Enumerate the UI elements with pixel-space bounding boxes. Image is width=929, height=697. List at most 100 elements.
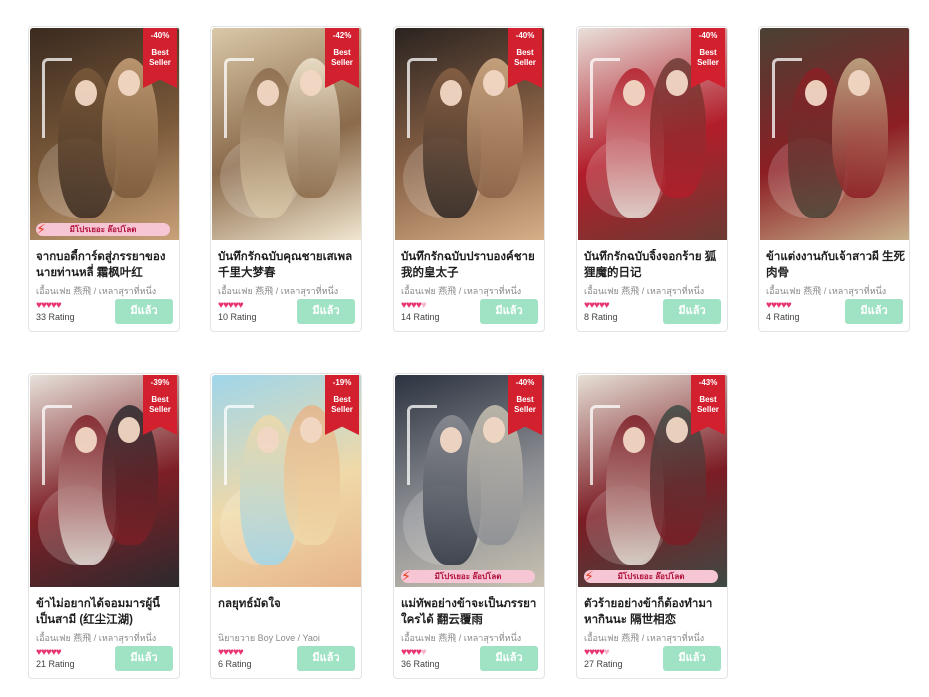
book-title[interactable]: บันทึกรักฉบับจิ้งจอกร้าย 狐狸魔的日记 [584,249,724,281]
book-cover[interactable]: -40% Best Seller [578,28,727,240]
best-seller-label-1: Best [151,48,169,57]
heart-icon: ♥ [603,647,610,658]
best-seller-ribbon: -43% Best Seller [691,375,725,435]
heart-icon: ♥ [55,300,62,311]
book-cover[interactable]: -19% Best Seller [212,375,361,587]
book-cover[interactable]: -42% Best Seller [212,28,361,240]
best-seller-label-2: Seller [697,58,719,67]
book-title[interactable]: ตัวร้ายอย่างข้าก็ต้องทำมาหากินนะ 隔世相恋 [584,596,724,628]
heart-icon: ♥ [420,647,427,658]
heart-icon: ♥ [237,300,244,311]
promo-banner: ⚡ มีโปรเยอะ ล๊อปโลต [36,221,170,237]
rating-count: 27 Rating [584,659,623,669]
book-meta: เอื้อนเฟย 燕飛 / เหลาสุราที่หนึ่ง [584,633,705,643]
book-card[interactable]: -39% Best Seller ข้าไม่อยากได้จอมมารผู้น… [28,373,180,679]
promo-label: มีโปรเยอะ ล๊อปโลต [617,572,685,581]
best-seller-label-2: Seller [514,405,536,414]
best-seller-label-1: Best [516,395,534,404]
discount-badge: -42% [332,31,352,40]
book-card[interactable]: -42% Best Seller บันทึกรักฉบับคุณชายเสเพ… [210,26,362,332]
book-card[interactable]: -19% Best Seller กลยุทธ์มัดใจ นิยายวาย B… [210,373,362,679]
book-cover[interactable]: -39% Best Seller [30,375,179,587]
lightning-icon: ⚡ [36,221,46,237]
discount-badge: -40% [515,378,535,387]
owned-button[interactable]: มีแล้ว [115,646,173,671]
best-seller-label-1: Best [333,395,351,404]
best-seller-label-1: Best [516,48,534,57]
rating-hearts: ♥♥♥♥♥ [584,300,610,311]
book-card[interactable]: -40% Best Seller ⚡ มีโปรเยอะ ล๊อปโลต แม่… [393,373,545,679]
owned-button[interactable]: มีแล้ว [663,646,721,671]
promo-label: มีโปรเยอะ ล๊อปโลต [434,572,502,581]
best-seller-ribbon: -40% Best Seller [143,28,177,88]
book-meta: เอื้อนเฟย 燕飛 / เหลาสุราที่หนึ่ง [401,286,522,296]
heart-icon: ♥ [420,300,427,311]
book-cover[interactable]: -40% Best Seller [395,28,544,240]
best-seller-label-2: Seller [149,405,171,414]
book-title[interactable]: ข้าแต่งงานกับเจ้าสาวผี 生死肉骨 [766,249,906,281]
heart-icon: ♥ [55,647,62,658]
book-title[interactable]: บันทึกรักฉบับปราบองค์ชาย 我的皇太子 [401,249,541,281]
owned-button[interactable]: มีแล้ว [480,299,538,324]
best-seller-label-1: Best [699,48,717,57]
rating-hearts: ♥♥♥♥♥ [218,647,244,658]
book-title[interactable]: บันทึกรักฉบับคุณชายเสเพล 千里大梦春 [218,249,358,281]
promo-banner: ⚡ มีโปรเยอะ ล๊อปโลต [401,568,535,584]
best-seller-label-1: Best [151,395,169,404]
owned-button[interactable]: มีแล้ว [845,299,903,324]
lightning-icon: ⚡ [584,568,594,584]
book-meta: เอื้อนเฟย 燕飛 / เหลาสุราที่หนึ่ง [584,286,705,296]
book-meta: เอื้อนเฟย 燕飛 / เหลาสุราที่หนึ่ง [766,286,887,296]
book-cover[interactable] [760,28,909,240]
promo-label: มีโปรเยอะ ล๊อปโลต [69,225,137,234]
heart-icon: ♥ [237,647,244,658]
rating-count: 6 Rating [218,659,252,669]
rating-count: 10 Rating [218,312,257,322]
owned-button[interactable]: มีแล้ว [663,299,721,324]
discount-badge: -43% [698,378,718,387]
rating-count: 4 Rating [766,312,800,322]
book-card[interactable]: -40% Best Seller บันทึกรักฉบับปราบองค์ชา… [393,26,545,332]
best-seller-ribbon: -39% Best Seller [143,375,177,435]
rating-count: 8 Rating [584,312,618,322]
rating-hearts: ♥♥♥♥♥ [36,300,62,311]
book-card[interactable]: ข้าแต่งงานกับเจ้าสาวผี 生死肉骨 เอื้อนเฟย 燕飛… [758,26,910,332]
book-cover[interactable]: -40% Best Seller ⚡ มีโปรเยอะ ล๊อปโลต [30,28,179,240]
rating-hearts: ♥♥♥♥♥ [401,300,427,311]
rating-hearts: ♥♥♥♥♥ [401,647,427,658]
owned-button[interactable]: มีแล้ว [115,299,173,324]
discount-badge: -40% [150,31,170,40]
book-title[interactable]: จากบอดี้การ์ดสู่ภรรยาของนายท่านหลี่ 霜枫叶红 [36,249,176,281]
promo-banner: ⚡ มีโปรเยอะ ล๊อปโลต [584,568,718,584]
discount-badge: -40% [515,31,535,40]
owned-button[interactable]: มีแล้ว [297,646,355,671]
best-seller-ribbon: -40% Best Seller [691,28,725,88]
book-title[interactable]: ข้าไม่อยากได้จอมมารผู้นี้เป็นสามี (红尘江湖) [36,596,176,628]
best-seller-label-1: Best [699,395,717,404]
book-card[interactable]: -40% Best Seller บันทึกรักฉบับจิ้งจอกร้า… [576,26,728,332]
discount-badge: -40% [698,31,718,40]
rating-count: 33 Rating [36,312,75,322]
book-card[interactable]: -40% Best Seller ⚡ มีโปรเยอะ ล๊อปโลต จาก… [28,26,180,332]
best-seller-ribbon: -19% Best Seller [325,375,359,435]
rating-count: 14 Rating [401,312,440,322]
book-title[interactable]: แม่ทัพอย่างข้าจะเป็นภรรยาใครได้ 翻云覆雨 [401,596,541,628]
book-meta: เอื้อนเฟย 燕飛 / เหลาสุราที่หนึ่ง [36,286,157,296]
discount-badge: -39% [150,378,170,387]
cover-art [760,28,909,240]
best-seller-label-2: Seller [149,58,171,67]
book-cover[interactable]: -40% Best Seller ⚡ มีโปรเยอะ ล๊อปโลต [395,375,544,587]
book-card[interactable]: -43% Best Seller ⚡ มีโปรเยอะ ล๊อปโลต ตัว… [576,373,728,679]
best-seller-label-2: Seller [514,58,536,67]
book-title[interactable]: กลยุทธ์มัดใจ [218,596,358,628]
heart-icon: ♥ [603,300,610,311]
owned-button[interactable]: มีแล้ว [297,299,355,324]
best-seller-label-2: Seller [331,405,353,414]
best-seller-ribbon: -40% Best Seller [508,28,542,88]
book-cover[interactable]: -43% Best Seller ⚡ มีโปรเยอะ ล๊อปโลต [578,375,727,587]
rating-hearts: ♥♥♥♥♥ [584,647,610,658]
owned-button[interactable]: มีแล้ว [480,646,538,671]
best-seller-label-2: Seller [697,405,719,414]
discount-badge: -19% [332,378,352,387]
best-seller-label-1: Best [333,48,351,57]
